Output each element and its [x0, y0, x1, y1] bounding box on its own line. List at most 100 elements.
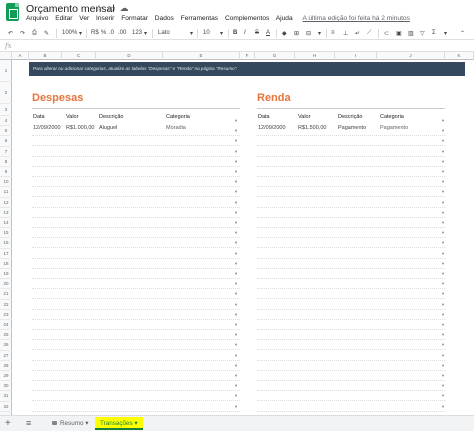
despesas-category-dropdown-icon[interactable]: ▼ [234, 353, 238, 358]
menu-ver[interactable]: Ver [79, 15, 89, 22]
despesas-cell-valor[interactable]: R$1.000,00 [66, 125, 94, 131]
insert-link-icon[interactable]: ⊂ [384, 30, 389, 37]
row-header[interactable]: 17 [0, 249, 12, 259]
despesas-category-dropdown-icon[interactable]: ▼ [234, 373, 238, 378]
despesas-category-dropdown-icon[interactable]: ▼ [234, 281, 238, 286]
vertical-align-icon[interactable]: ⊥ [343, 30, 348, 37]
all-sheets-button[interactable]: ≡ [26, 418, 31, 428]
star-icon[interactable]: ☆ [95, 3, 107, 13]
renda-cell-valor[interactable]: R$1.500,00 [298, 125, 326, 131]
formula-bar[interactable]: fx [0, 41, 474, 52]
renda-category-dropdown-icon[interactable]: ▼ [441, 240, 445, 245]
row-header[interactable]: 4 [0, 116, 12, 127]
despesas-category-dropdown-icon[interactable]: ▼ [234, 261, 238, 266]
column-header[interactable]: I [335, 52, 377, 60]
renda-category-dropdown-icon[interactable]: ▼ [441, 373, 445, 378]
renda-cell-categoria[interactable]: Pagamento [380, 125, 408, 131]
column-header[interactable]: F [240, 52, 255, 60]
row-header[interactable]: 25 [0, 330, 12, 341]
renda-category-dropdown-icon[interactable]: ▼ [441, 118, 445, 123]
despesas-category-dropdown-icon[interactable]: ▼ [234, 128, 238, 133]
menu-ajuda[interactable]: Ajuda [276, 15, 293, 22]
despesas-cell-descricao[interactable]: Aluguel [99, 125, 117, 131]
row-header[interactable]: 20 [0, 279, 12, 290]
add-sheet-button[interactable]: + [5, 418, 11, 429]
renda-category-dropdown-icon[interactable]: ▼ [441, 332, 445, 337]
last-edit-link[interactable]: A última edição foi feita há 2 minutos [302, 15, 409, 22]
despesas-category-dropdown-icon[interactable]: ▼ [234, 169, 238, 174]
despesas-category-dropdown-icon[interactable]: ▼ [234, 118, 238, 123]
paint-format-icon[interactable]: ✎ [44, 30, 49, 37]
despesas-category-dropdown-icon[interactable]: ▼ [234, 251, 238, 256]
fill-color-icon[interactable]: ◆ [282, 30, 287, 37]
renda-category-dropdown-icon[interactable]: ▼ [441, 363, 445, 368]
renda-category-dropdown-icon[interactable]: ▼ [441, 149, 445, 154]
cloud-saved-icon[interactable]: ☁ [120, 3, 133, 13]
despesas-category-dropdown-icon[interactable]: ▼ [234, 332, 238, 337]
renda-category-dropdown-icon[interactable]: ▼ [441, 261, 445, 266]
column-header[interactable]: H [295, 52, 335, 60]
row-header[interactable]: 9 [0, 167, 12, 178]
renda-category-dropdown-icon[interactable]: ▼ [441, 322, 445, 327]
renda-category-dropdown-icon[interactable]: ▼ [441, 383, 445, 388]
row-header[interactable]: 26 [0, 340, 12, 351]
renda-category-dropdown-icon[interactable]: ▼ [441, 179, 445, 184]
renda-category-dropdown-icon[interactable]: ▼ [441, 393, 445, 398]
row-header[interactable]: 22 [0, 300, 12, 310]
renda-category-dropdown-icon[interactable]: ▼ [441, 189, 445, 194]
renda-category-dropdown-icon[interactable]: ▼ [441, 291, 445, 296]
renda-category-dropdown-icon[interactable]: ▼ [441, 169, 445, 174]
row-header[interactable]: 31 [0, 391, 12, 402]
row-header[interactable]: 7 [0, 147, 12, 157]
renda-category-dropdown-icon[interactable]: ▼ [441, 281, 445, 286]
row-header[interactable]: 32 [0, 402, 12, 412]
menu-formatar[interactable]: Formatar [121, 15, 148, 22]
despesas-category-dropdown-icon[interactable]: ▼ [234, 363, 238, 368]
row-header[interactable]: 27 [0, 351, 12, 361]
chevron-down-icon[interactable]: ▾ [79, 30, 82, 37]
row-header[interactable]: 1 [0, 60, 12, 82]
text-wrap-icon[interactable]: ↵ [355, 30, 360, 37]
despesas-category-dropdown-icon[interactable]: ▼ [234, 393, 238, 398]
despesas-category-dropdown-icon[interactable]: ▼ [234, 189, 238, 194]
despesas-category-dropdown-icon[interactable]: ▼ [234, 404, 238, 409]
row-header[interactable]: 23 [0, 310, 12, 320]
renda-category-dropdown-icon[interactable]: ▼ [441, 312, 445, 317]
row-header[interactable]: 11 [0, 187, 12, 198]
filter-icon[interactable]: ▽ [420, 30, 425, 37]
insert-comment-icon[interactable]: ▣ [396, 30, 402, 37]
text-rotate-icon[interactable]: ⟋ [367, 30, 371, 37]
despesas-category-dropdown-icon[interactable]: ▼ [234, 383, 238, 388]
menu-dados[interactable]: Dados [155, 15, 174, 22]
select-all-corner[interactable] [0, 52, 12, 60]
renda-category-dropdown-icon[interactable]: ▼ [441, 404, 445, 409]
despesas-category-dropdown-icon[interactable]: ▼ [234, 220, 238, 225]
despesas-category-dropdown-icon[interactable]: ▼ [234, 138, 238, 143]
row-header[interactable]: 15 [0, 228, 12, 239]
undo-icon[interactable]: ↶ [8, 30, 13, 37]
strikethrough-button[interactable]: S [255, 30, 259, 36]
column-header[interactable]: D [96, 52, 163, 60]
chevron-down-icon[interactable]: ▾ [144, 30, 147, 37]
renda-category-dropdown-icon[interactable]: ▼ [441, 159, 445, 164]
row-header[interactable]: 18 [0, 259, 12, 269]
move-to-folder-icon[interactable]: ▭ [107, 3, 120, 13]
menu-arquivo[interactable]: Arquivo [26, 15, 48, 22]
row-header[interactable]: 29 [0, 371, 12, 382]
horizontal-align-icon[interactable]: ≡ [331, 30, 335, 36]
chevron-down-icon[interactable]: ▾ [85, 420, 88, 427]
merge-cells-icon[interactable]: ⊟ [306, 30, 311, 37]
font-select[interactable]: Lato [158, 30, 170, 36]
column-header[interactable]: E [163, 52, 240, 60]
renda-category-dropdown-icon[interactable]: ▼ [441, 128, 445, 133]
renda-category-dropdown-icon[interactable]: ▼ [441, 302, 445, 307]
increase-decimals-button[interactable]: .00 [118, 30, 126, 36]
insert-chart-icon[interactable]: ▥ [408, 30, 414, 37]
despesas-category-dropdown-icon[interactable]: ▼ [234, 179, 238, 184]
renda-category-dropdown-icon[interactable]: ▼ [441, 220, 445, 225]
more-formats-button[interactable]: 123 [132, 30, 142, 36]
row-header[interactable]: 13 [0, 208, 12, 218]
despesas-category-dropdown-icon[interactable]: ▼ [234, 230, 238, 235]
column-header[interactable]: K [445, 52, 474, 60]
menu-complementos[interactable]: Complementos [225, 15, 269, 22]
